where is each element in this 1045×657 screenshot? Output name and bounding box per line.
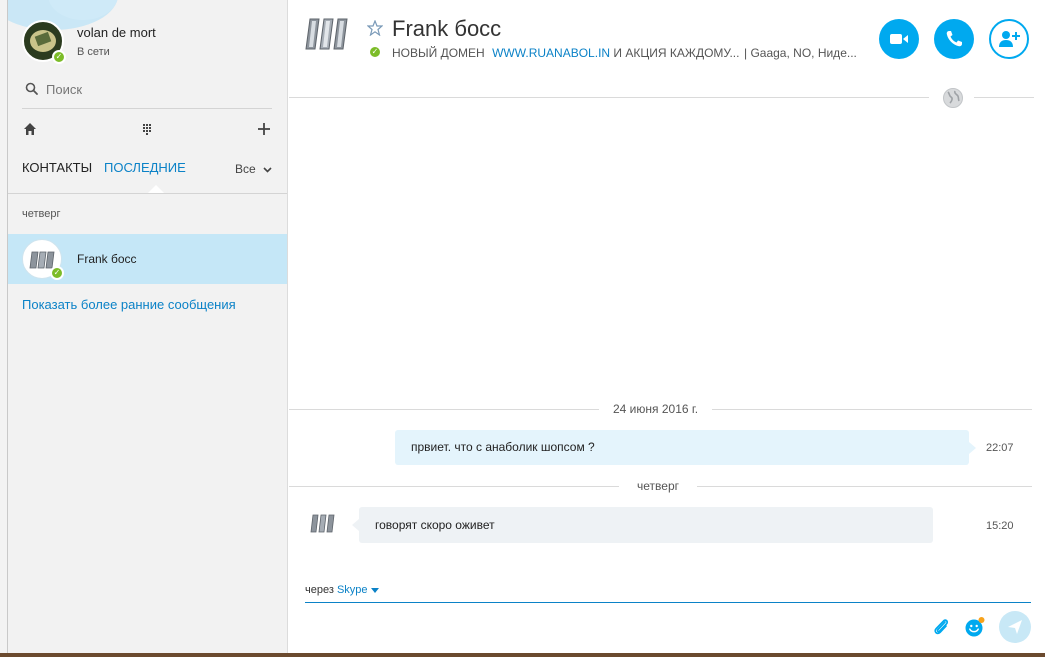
profile-name: volan de mort xyxy=(77,25,156,40)
add-button[interactable] xyxy=(253,118,275,140)
mood-link[interactable]: WWW.RUANABOL.IN xyxy=(492,46,610,60)
message-timestamp: 22:07 xyxy=(986,442,1014,454)
message-input[interactable] xyxy=(305,606,925,646)
contact-logo-icon xyxy=(310,514,335,533)
contact-avatar[interactable] xyxy=(304,17,352,56)
sidebar-toolbar xyxy=(22,118,272,140)
chevron-down-icon xyxy=(263,167,272,173)
tab-recent[interactable]: ПОСЛЕДНИЕ xyxy=(104,160,186,175)
header-divider xyxy=(974,97,1034,98)
day-separator-label: четверг xyxy=(619,479,697,493)
via-prefix: через xyxy=(305,584,334,596)
sidebar-tabs: КОНТАКТЫ ПОСЛЕДНИЕ Все xyxy=(22,160,272,193)
bubble-tail xyxy=(969,442,976,454)
star-icon[interactable] xyxy=(367,20,383,36)
dialpad-icon xyxy=(143,124,151,135)
window-frame-left xyxy=(0,0,8,657)
divider xyxy=(8,193,287,194)
add-people-button[interactable] xyxy=(989,19,1029,59)
via-service-label: Skype xyxy=(336,584,368,596)
filter-dropdown[interactable]: Все xyxy=(235,162,272,176)
caret-down-icon xyxy=(370,588,379,593)
search-icon xyxy=(25,82,38,95)
emoticon-icon[interactable] xyxy=(964,616,986,638)
message-text: првиет. что с анаболик шопсом ? xyxy=(411,440,595,454)
search-bar[interactable] xyxy=(22,78,272,100)
message-text: говорят скоро оживет xyxy=(375,518,495,532)
home-button[interactable] xyxy=(19,118,41,140)
mood-prefix: НОВЫЙ ДОМЕН xyxy=(392,46,485,60)
plus-icon xyxy=(258,123,270,135)
add-person-icon xyxy=(999,31,1020,47)
dialpad-button[interactable] xyxy=(136,118,158,140)
phone-icon xyxy=(946,31,962,47)
divider xyxy=(22,108,272,109)
online-status-icon: ✓ xyxy=(50,266,64,280)
online-status-icon: ✓ xyxy=(52,50,66,64)
show-earlier-messages-link[interactable]: Показать более ранние сообщения xyxy=(22,297,236,312)
contact-name: Frank босс xyxy=(77,252,137,266)
filter-label: Все xyxy=(234,162,256,176)
bubble-tail xyxy=(352,519,359,531)
recent-group-label: четверг xyxy=(22,208,61,220)
video-call-button[interactable] xyxy=(879,19,919,59)
header-divider xyxy=(289,97,929,98)
mood-suffix: И АКЦИЯ КАЖДОМУ... xyxy=(613,46,740,60)
globe-icon[interactable] xyxy=(942,87,964,109)
date-separator-label: 24 июня 2016 г. xyxy=(599,402,713,416)
conversation-title: Frank босс xyxy=(392,16,502,41)
outgoing-message[interactable]: првиет. что с анаболик шопсом ? xyxy=(395,430,976,465)
paperclip-icon[interactable] xyxy=(931,617,951,637)
incoming-message[interactable]: говорят скоро оживет xyxy=(352,507,933,543)
send-via-selector: через Skype xyxy=(305,584,379,596)
user-profile[interactable]: ✓ volan de mort В сети xyxy=(22,20,282,64)
active-tab-indicator xyxy=(148,185,164,193)
composer-underline xyxy=(305,602,1031,603)
send-button[interactable] xyxy=(999,611,1031,643)
online-status-icon: ✓ xyxy=(368,45,382,59)
sender-avatar[interactable] xyxy=(309,514,339,539)
window-frame-bottom xyxy=(0,653,1045,657)
mood-message: НОВЫЙ ДОМЕН WWW.RUANABOL.IN И АКЦИЯ КАЖД… xyxy=(392,46,739,60)
search-input[interactable] xyxy=(46,78,266,100)
tab-contacts[interactable]: КОНТАКТЫ xyxy=(22,160,92,175)
contact-logo-icon xyxy=(305,18,348,50)
video-camera-icon xyxy=(890,34,908,44)
send-icon xyxy=(1008,620,1022,634)
list-item[interactable]: ✓ Frank босс xyxy=(8,234,287,284)
contact-location: | Gaaga, NO, Ниде... xyxy=(744,46,857,60)
profile-status[interactable]: В сети xyxy=(77,46,110,58)
message-timestamp: 15:20 xyxy=(986,520,1014,532)
sidebar: ✓ volan de mort В сети Поиск КОНТАКТЫ ПО… xyxy=(8,0,288,653)
via-service-dropdown[interactable]: Skype xyxy=(337,584,379,596)
home-icon xyxy=(24,123,36,135)
audio-call-button[interactable] xyxy=(934,19,974,59)
conversation-panel: Frank босс ✓ НОВЫЙ ДОМЕН WWW.RUANABOL.IN… xyxy=(289,0,1045,653)
